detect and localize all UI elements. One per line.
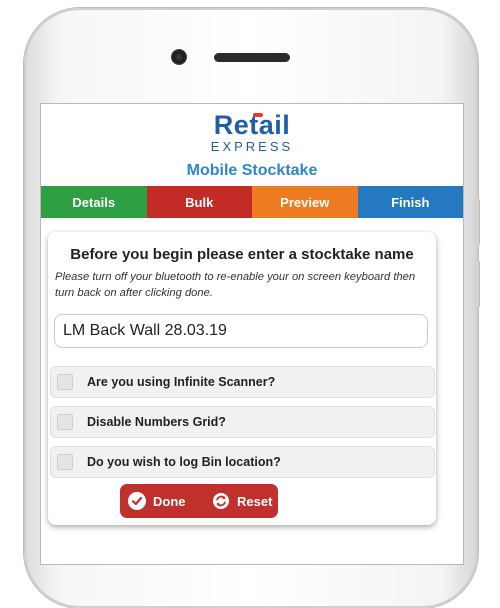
- option-label: Do you wish to log Bin location?: [87, 455, 281, 469]
- reset-label: Reset: [237, 493, 273, 509]
- tab-details[interactable]: Details: [41, 186, 147, 218]
- reset-button[interactable]: Reset: [204, 484, 272, 518]
- front-camera: [171, 49, 187, 65]
- step-tabs: Details Bulk Preview Finish: [41, 186, 463, 218]
- page-title: Mobile Stocktake: [186, 162, 318, 179]
- tab-preview[interactable]: Preview: [252, 186, 358, 218]
- stocktake-name-dialog: Before you begin please enter a stocktak…: [48, 232, 436, 525]
- checkbox[interactable]: [57, 414, 73, 430]
- logo-wordmark: Retail: [213, 110, 291, 140]
- stocktake-name-input[interactable]: [54, 314, 428, 348]
- phone-side-button: [474, 198, 480, 246]
- done-button[interactable]: Done: [120, 484, 204, 518]
- option-label: Disable Numbers Grid?: [87, 415, 226, 429]
- option-infinite-scanner[interactable]: Are you using Infinite Scanner?: [50, 366, 435, 398]
- refresh-icon: [212, 492, 230, 510]
- phone-side-button: [474, 260, 480, 308]
- bluetooth-note: Please turn off your bluetooth to re-ena…: [55, 271, 416, 299]
- tab-bulk[interactable]: Bulk: [146, 186, 252, 218]
- option-log-bin-location[interactable]: Do you wish to log Bin location?: [50, 446, 435, 478]
- retail-express-logo: Retail EXPRESS: [41, 110, 463, 154]
- option-label: Are you using Infinite Scanner?: [87, 375, 276, 389]
- done-label: Done: [153, 493, 186, 509]
- action-buttons: Done Reset: [120, 484, 278, 518]
- dialog-heading: Before you begin please enter a stocktak…: [70, 246, 414, 263]
- logo-subtitle: EXPRESS: [210, 139, 294, 154]
- option-disable-numbers-grid[interactable]: Disable Numbers Grid?: [50, 406, 435, 438]
- logo-accent-mark: [253, 113, 263, 117]
- check-circle-icon: [128, 492, 146, 510]
- checkbox[interactable]: [57, 454, 73, 470]
- tab-finish[interactable]: Finish: [357, 186, 463, 218]
- checkbox[interactable]: [57, 374, 73, 390]
- earpiece-speaker: [214, 53, 290, 62]
- app-screen: Retail EXPRESS Mobile Stocktake Details …: [40, 103, 464, 565]
